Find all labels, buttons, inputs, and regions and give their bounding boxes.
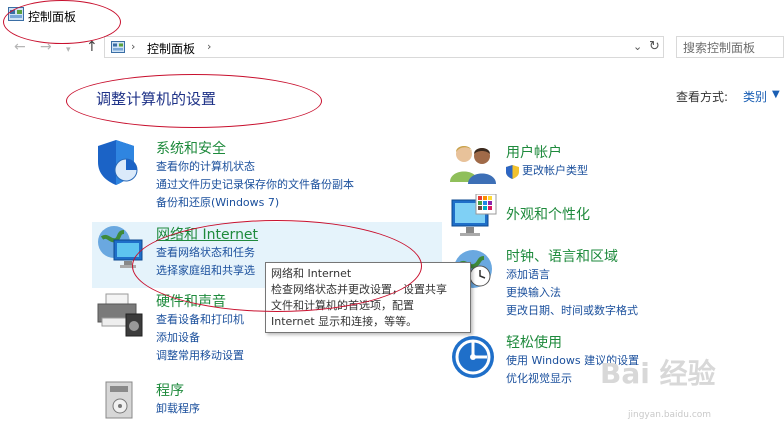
link-change-date-format[interactable]: 更改日期、时间或数字格式	[506, 302, 638, 320]
tooltip: 网络和 Internet 检查网络状态并更改设置，设置共享 文件和计算机的首选项…	[265, 262, 471, 333]
forward-arrow-icon[interactable]: →	[40, 40, 52, 54]
shield-icon	[98, 140, 138, 185]
link-homegroup-sharing[interactable]: 选择家庭组和共享选	[156, 262, 258, 280]
tooltip-title: 网络和 Internet	[271, 267, 352, 280]
category-programs: 程序 卸载程序	[156, 380, 200, 418]
link-add-device[interactable]: 添加设备	[156, 329, 244, 347]
link-file-history[interactable]: 通过文件历史记录保存你的文件备份副本	[156, 176, 354, 194]
breadcrumb-control-panel[interactable]: 控制面板	[147, 40, 195, 57]
chevron-down-icon[interactable]: ▼	[772, 89, 780, 100]
title-bar: 控制面板	[0, 0, 784, 32]
category-title[interactable]: 时钟、语言和区域	[506, 246, 638, 266]
link-backup-restore[interactable]: 备份和还原(Windows 7)	[156, 194, 354, 212]
category-title[interactable]: 网络和 Internet	[156, 224, 258, 244]
page-heading: 调整计算机的设置	[96, 90, 217, 108]
link-mobility-settings[interactable]: 调整常用移动设置	[156, 347, 244, 365]
category-user-accounts: 用户帐户 更改帐户类型	[506, 142, 588, 180]
user-accounts-icon	[450, 146, 496, 184]
category-title[interactable]: 硬件和声音	[156, 291, 244, 311]
category-title[interactable]: 外观和个性化	[506, 204, 590, 224]
link-view-computer-status[interactable]: 查看你的计算机状态	[156, 158, 354, 176]
link-change-account-type[interactable]: 更改帐户类型	[506, 162, 588, 180]
category-title[interactable]: 程序	[156, 380, 200, 400]
window-title: 控制面板	[28, 10, 77, 24]
category-title[interactable]: 轻松使用	[506, 332, 639, 352]
chevron-down-icon[interactable]: ⌄	[633, 40, 642, 53]
network-globe-icon	[98, 226, 143, 268]
link-view-network-status[interactable]: 查看网络状态和任务	[156, 244, 258, 262]
link-add-language[interactable]: 添加语言	[506, 266, 638, 284]
link-devices-printers[interactable]: 查看设备和打印机	[156, 311, 244, 329]
search-box[interactable]	[676, 36, 784, 58]
search-input[interactable]	[677, 38, 783, 58]
back-arrow-icon[interactable]: ←	[14, 40, 26, 54]
address-bar[interactable]: › 控制面板 › ⌄ ↻	[104, 36, 664, 58]
watermark-url: jingyan.baidu.com	[628, 410, 712, 420]
category-hardware-sound: 硬件和声音 查看设备和打印机 添加设备 调整常用移动设置	[156, 291, 244, 365]
tooltip-text: Internet 显示和连接，等等。	[271, 315, 418, 328]
category-appearance: 外观和个性化	[506, 204, 590, 224]
view-by-label: 查看方式:	[676, 90, 729, 104]
printer-icon	[97, 293, 143, 337]
programs-icon	[105, 381, 133, 419]
baidu-watermark: Bai 经验	[600, 357, 716, 390]
category-title[interactable]: 系统和安全	[156, 138, 354, 158]
category-system-security: 系统和安全 查看你的计算机状态 通过文件历史记录保存你的文件备份副本 备份和还原…	[156, 138, 354, 212]
appearance-monitor-icon	[451, 194, 497, 236]
control-panel-icon	[8, 7, 24, 21]
breadcrumb-chevron-icon[interactable]: ›	[207, 40, 211, 53]
refresh-icon[interactable]: ↻	[649, 39, 660, 54]
up-arrow-icon[interactable]: ↑	[86, 40, 98, 54]
tooltip-text: 检查网络状态并更改设置，设置共享	[271, 283, 447, 296]
breadcrumb-chevron-icon[interactable]: ›	[131, 40, 135, 53]
ease-of-access-icon	[452, 336, 494, 378]
category-network-internet: 网络和 Internet 查看网络状态和任务 选择家庭组和共享选	[156, 224, 258, 280]
category-clock-language-region: 时钟、语言和区域 添加语言 更换输入法 更改日期、时间或数字格式	[506, 246, 638, 320]
link-uninstall-program[interactable]: 卸载程序	[156, 400, 200, 418]
link-change-input-method[interactable]: 更换输入法	[506, 284, 638, 302]
view-by-dropdown[interactable]: 类别	[743, 88, 767, 105]
tooltip-text: 文件和计算机的首选项，配置	[271, 299, 414, 312]
recent-dropdown-icon[interactable]: ▾	[66, 43, 71, 57]
category-title[interactable]: 用户帐户	[506, 142, 588, 162]
control-panel-icon	[111, 41, 125, 53]
